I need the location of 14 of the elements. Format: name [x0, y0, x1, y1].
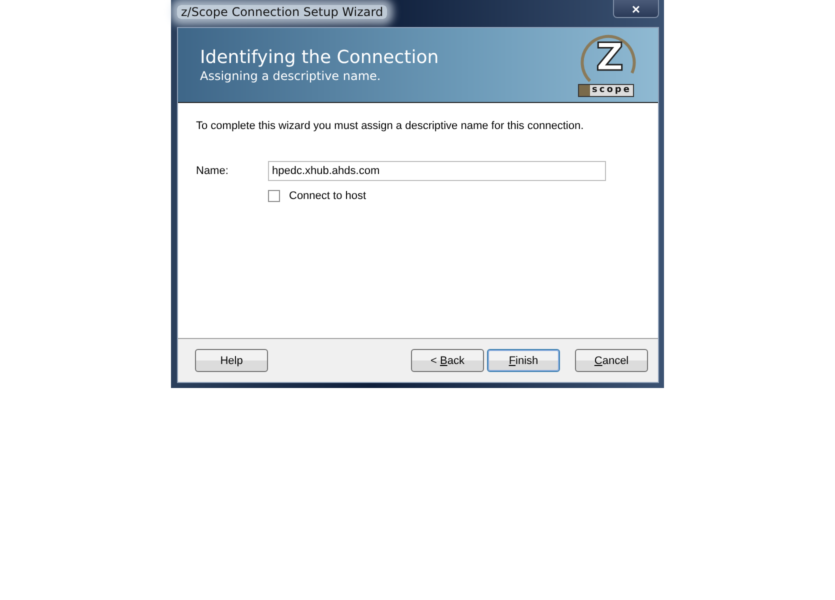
logo-drawing: Z scope — [578, 31, 642, 99]
window-title: z/Scope Connection Setup Wizard — [177, 5, 388, 19]
instruction-text: To complete this wizard you must assign a descriptive name for this connection. — [196, 120, 585, 132]
name-field[interactable]: hpedc.xhub.ahds.com — [268, 161, 606, 181]
page-title: Identifying the Connection — [200, 47, 439, 69]
page-subtitle: Assigning a descriptive name. — [200, 69, 382, 83]
close-button[interactable]: × — [613, 0, 659, 18]
connect-label: Connect to host — [289, 190, 366, 202]
connect-checkbox[interactable] — [268, 190, 280, 202]
wizard-button[interactable]: < Back — [411, 349, 484, 372]
wizard-button[interactable]: Help — [195, 349, 268, 372]
name-label: Name: — [196, 165, 230, 177]
wizard-button[interactable]: Finish — [487, 349, 560, 372]
wizard-button[interactable]: Cancel — [575, 349, 648, 372]
